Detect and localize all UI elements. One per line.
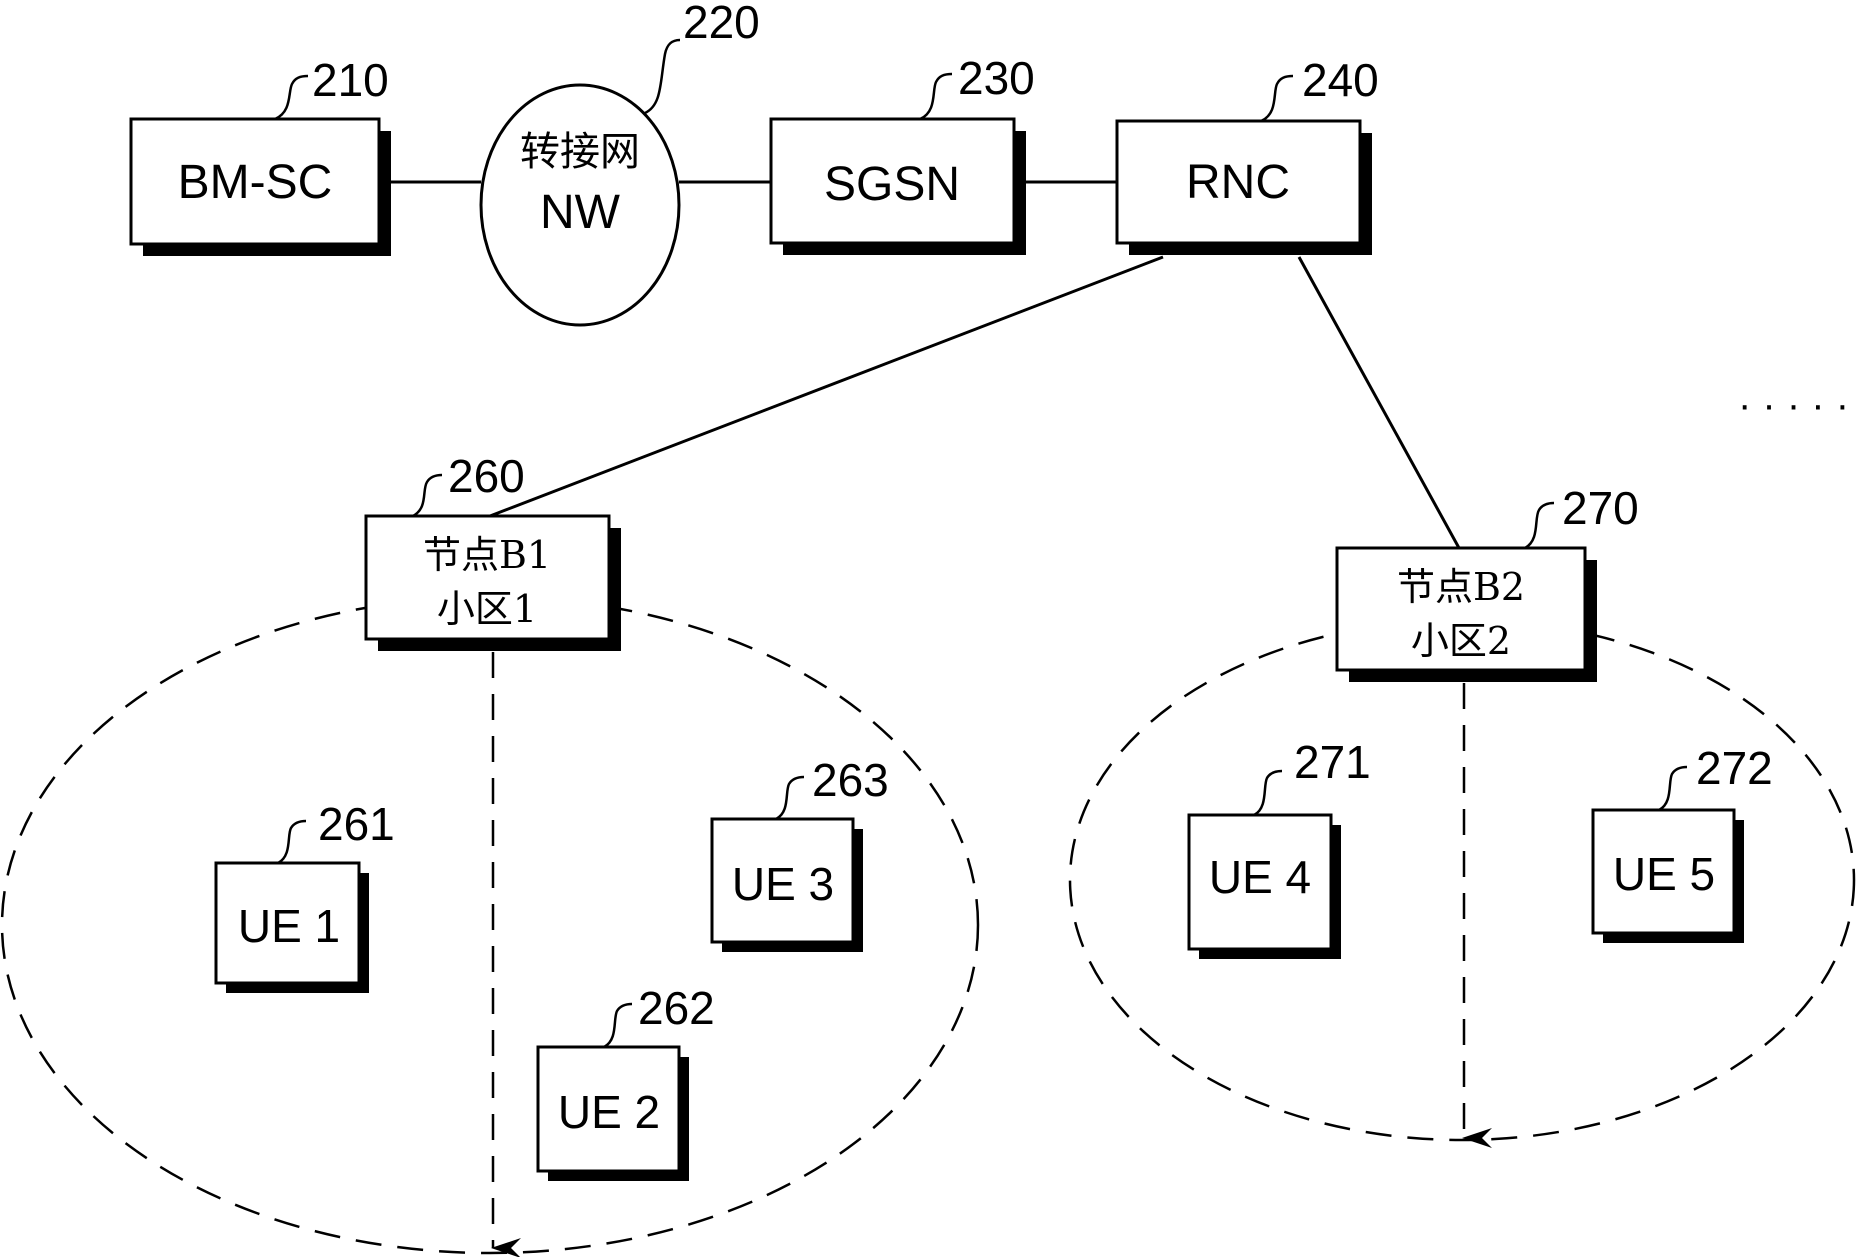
- nw-ref-leader: [644, 38, 681, 115]
- nodeb2-ref-leader: [1524, 501, 1555, 550]
- bmsc-node: BM-SC 210: [129, 54, 391, 256]
- ue2-label: UE 2: [558, 1086, 660, 1138]
- continuation-dots: · · · · ·: [1738, 383, 1849, 427]
- ue4-ref-leader: [1253, 769, 1283, 817]
- sgsn-node: SGSN 230: [769, 52, 1035, 255]
- ue5-ref-leader: [1658, 765, 1688, 812]
- nodeb1-ref-leader: [412, 473, 443, 518]
- nodeb1-ref: 260: [448, 450, 525, 502]
- link-rnc-nodeb2: [1297, 256, 1461, 549]
- nodeb2-label: 节点B2: [1397, 565, 1525, 609]
- nodeb1-cell-label: 小区1: [437, 587, 537, 631]
- bmsc-label: BM-SC: [178, 156, 333, 209]
- rnc-ref-leader: [1260, 74, 1294, 123]
- ue4-node: UE 4 271: [1187, 736, 1371, 959]
- nodeb2-cell-label: 小区2: [1411, 619, 1511, 663]
- nodeb2-node: 节点B2 小区2 270: [1335, 482, 1639, 682]
- sgsn-label: SGSN: [824, 158, 960, 211]
- bmsc-ref-leader: [274, 74, 309, 121]
- ue1-label: UE 1: [238, 900, 340, 952]
- ue3-ref-leader: [775, 775, 805, 821]
- rnc-ref: 240: [1302, 54, 1379, 106]
- rnc-node: RNC 240: [1115, 54, 1379, 255]
- ue1-node: UE 1 261: [214, 798, 395, 993]
- sgsn-ref-leader: [919, 72, 953, 121]
- ue3-node: UE 3 263: [710, 754, 889, 952]
- ue1-ref: 261: [318, 798, 395, 850]
- rnc-label: RNC: [1186, 156, 1290, 209]
- ue3-label: UE 3: [732, 858, 834, 910]
- nodeb2-ref: 270: [1562, 482, 1639, 534]
- nw-cjk-label: 转接网: [520, 129, 640, 175]
- nw-label: NW: [540, 186, 621, 239]
- ue5-node: UE 5 272: [1591, 742, 1773, 943]
- bmsc-ref: 210: [312, 54, 389, 106]
- ue4-ref: 271: [1294, 736, 1371, 788]
- ue5-label: UE 5: [1613, 848, 1715, 900]
- nw-node: 转接网 NW 220: [479, 0, 760, 327]
- ue3-ref: 263: [812, 754, 889, 806]
- nw-ref: 220: [683, 0, 760, 48]
- ue2-ref-leader: [603, 1002, 633, 1049]
- ue2-ref: 262: [638, 982, 715, 1034]
- network-diagram: BM-SC 210 转接网 NW 220 SGSN 230 RNC 240 · …: [0, 0, 1856, 1257]
- ue1-ref-leader: [277, 819, 307, 865]
- ue5-ref: 272: [1696, 742, 1773, 794]
- nodeb1-label: 节点B1: [423, 533, 551, 577]
- ue2-node: UE 2 262: [536, 982, 715, 1181]
- sgsn-ref: 230: [958, 52, 1035, 104]
- ue4-label: UE 4: [1209, 851, 1311, 903]
